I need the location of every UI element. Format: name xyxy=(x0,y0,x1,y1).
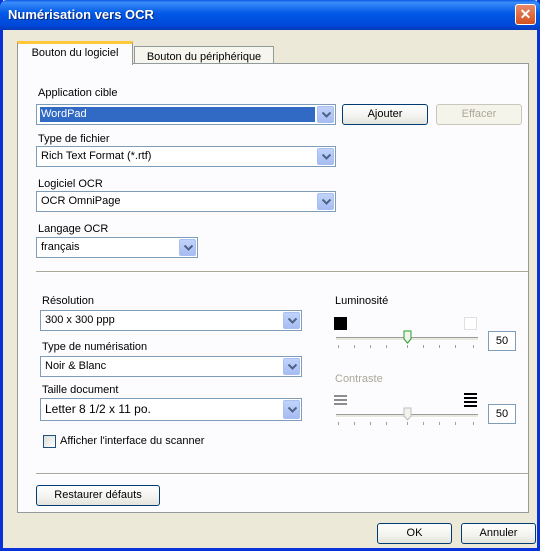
target-app-select[interactable]: WordPad xyxy=(36,104,336,125)
ok-button[interactable]: OK xyxy=(377,523,452,544)
scan-type-select[interactable]: Noir & Blanc xyxy=(40,356,302,377)
doc-size-label: Taille document xyxy=(42,384,119,396)
brightness-label: Luminosité xyxy=(335,295,389,307)
chevron-down-icon xyxy=(322,112,331,118)
doc-size-select[interactable]: Letter 8 1/2 x 11 po. xyxy=(40,398,302,421)
brightness-value-field[interactable]: 50 xyxy=(488,331,516,351)
dropdown-arrow-button[interactable] xyxy=(283,312,300,329)
dropdown-arrow-button[interactable] xyxy=(283,358,300,375)
dropdown-arrow-button[interactable] xyxy=(317,148,334,165)
close-icon: ✕ xyxy=(519,6,532,22)
target-app-value: WordPad xyxy=(40,107,315,122)
delete-button[interactable]: Effacer xyxy=(436,104,522,125)
file-type-value: Rich Text Format (*.rtf) xyxy=(41,150,152,162)
resolution-select[interactable]: 300 x 300 ppp xyxy=(40,310,302,331)
close-button[interactable]: ✕ xyxy=(515,4,536,25)
ocr-software-value: OCR OmniPage xyxy=(41,195,121,207)
resolution-value: 300 x 300 ppp xyxy=(45,314,115,326)
section-divider xyxy=(36,473,528,475)
chevron-down-icon xyxy=(288,407,297,413)
chevron-down-icon xyxy=(322,199,331,205)
tab-panel: Application cible WordPad Ajouter Efface… xyxy=(17,63,529,513)
dropdown-arrow-button[interactable] xyxy=(317,193,334,210)
chevron-down-icon xyxy=(288,318,297,324)
file-type-select[interactable]: Rich Text Format (*.rtf) xyxy=(36,146,336,167)
resolution-label: Résolution xyxy=(42,295,94,307)
ocr-language-label: Langage OCR xyxy=(38,223,109,235)
file-type-label: Type de fichier xyxy=(38,133,110,145)
add-button[interactable]: Ajouter xyxy=(342,104,428,125)
show-scanner-ui-checkbox[interactable] xyxy=(43,435,56,448)
tab-software-button[interactable]: Bouton du logiciel xyxy=(17,41,133,65)
dropdown-arrow-button[interactable] xyxy=(283,400,300,419)
ocr-language-select[interactable]: français xyxy=(36,237,198,258)
chevron-down-icon xyxy=(288,364,297,370)
cancel-button[interactable]: Annuler xyxy=(461,523,536,544)
window-title: Numérisation vers OCR xyxy=(8,7,154,22)
title-bar[interactable]: Numérisation vers OCR ✕ xyxy=(0,0,540,30)
ocr-software-label: Logiciel OCR xyxy=(38,178,103,190)
target-app-label: Application cible xyxy=(38,87,118,99)
contrast-label: Contraste xyxy=(335,373,383,385)
section-divider xyxy=(36,271,528,273)
restore-defaults-button[interactable]: Restaurer défauts xyxy=(36,485,160,506)
dropdown-arrow-button[interactable] xyxy=(179,239,196,256)
light-square-icon xyxy=(464,317,477,330)
doc-size-value: Letter 8 1/2 x 11 po. xyxy=(45,402,151,416)
high-contrast-icon xyxy=(464,393,477,409)
dark-square-icon xyxy=(334,317,347,330)
scan-type-label: Type de numérisation xyxy=(42,341,148,353)
low-contrast-icon xyxy=(334,395,347,407)
dropdown-arrow-button[interactable] xyxy=(317,106,334,123)
chevron-down-icon xyxy=(322,154,331,160)
chevron-down-icon xyxy=(184,245,193,251)
ocr-language-value: français xyxy=(41,241,80,253)
contrast-value-field[interactable]: 50 xyxy=(488,404,516,424)
scan-type-value: Noir & Blanc xyxy=(45,360,107,372)
show-scanner-ui-label: Afficher l'interface du scanner xyxy=(60,435,205,447)
ocr-software-select[interactable]: OCR OmniPage xyxy=(36,191,336,212)
dialog-window: Numérisation vers OCR ✕ Bouton du logici… xyxy=(0,0,540,551)
